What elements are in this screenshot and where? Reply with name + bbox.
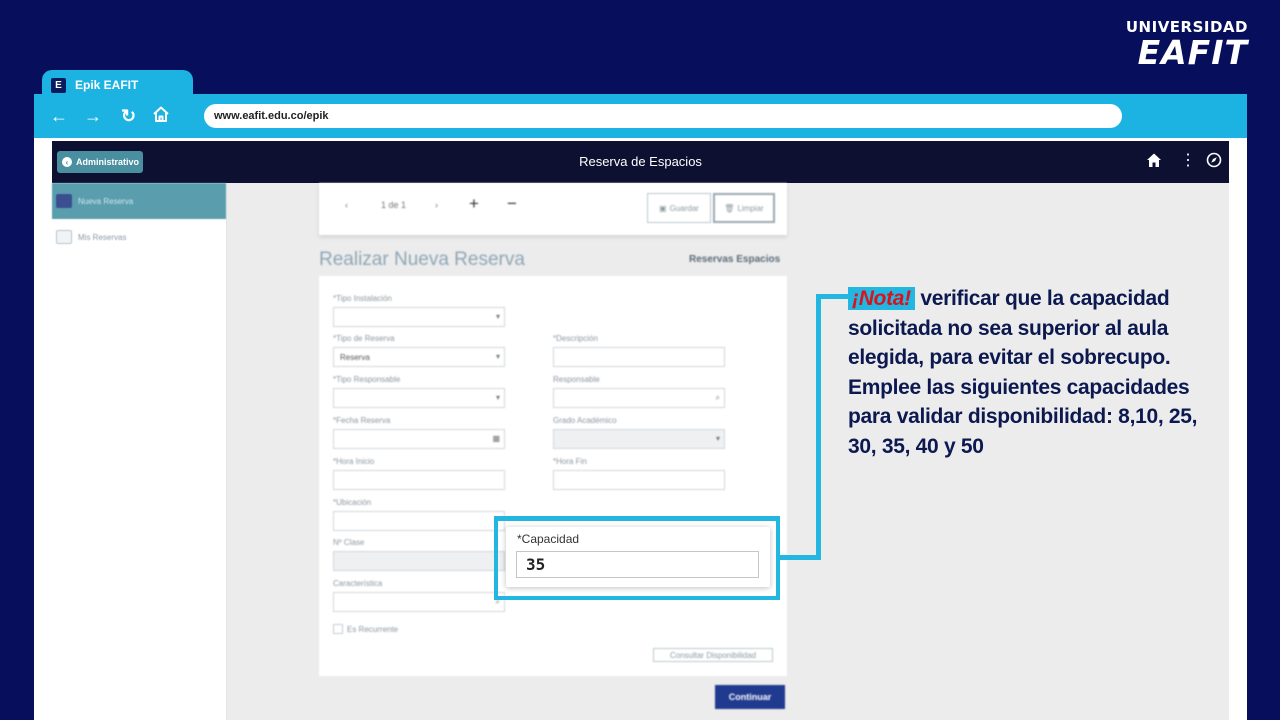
tipo-reserva-label: *Tipo de Reserva [333,334,395,343]
next-page-icon[interactable]: › [435,200,438,210]
caracteristica-input[interactable]: ⌕ [333,592,505,612]
save-label: Guardar [669,203,699,213]
form-title: Realizar Nueva Reserva [319,249,525,270]
chevron-down-icon: ▾ [495,312,500,321]
home-icon[interactable] [152,105,170,127]
list-icon [56,230,72,244]
sidebar-item-mis-reservas[interactable]: Mis Reservas [52,219,226,255]
sidebar-item-label: Mis Reservas [78,232,127,242]
calendar-icon [56,194,72,208]
more-vertical-icon[interactable]: ⋮ [1180,152,1196,170]
fecha-reserva-label: *Fecha Reserva [333,416,391,425]
callout-connector [816,294,848,299]
continuar-button[interactable]: Continuar [715,685,785,709]
sidebar-item-label: Nueva Reserva [78,196,134,206]
consultar-disponibilidad-button[interactable]: Consultar Disponibilidad [653,648,773,662]
chevron-down-icon: ▾ [495,352,500,361]
save-icon: ▣ [659,203,667,213]
n-clase-input [333,551,505,571]
callout-connector [816,294,821,560]
app-header: ‹ Administrativo Reserva de Espacios ⋮ [52,141,1229,183]
browser-toolbar: ← → ↻ www.eafit.edu.co/epik [34,94,1247,138]
caracteristica-label: Característica [333,579,383,588]
favicon-icon: E [51,77,66,93]
tipo-responsable-select[interactable]: ▾ [333,388,505,408]
reservas-espacios-link[interactable]: Reservas Espacios [689,254,780,265]
recurrente-checkbox[interactable] [333,624,343,634]
prev-page-icon[interactable]: ‹ [345,200,348,210]
tipo-responsable-label: *Tipo Responsable [333,375,401,384]
page-indicator: 1 de 1 [381,200,407,210]
descripcion-label: *Descripción [553,334,598,343]
address-bar[interactable]: www.eafit.edu.co/epik [204,104,1122,128]
grado-academico-label: Grado Académico [553,416,617,425]
responsable-label: Responsable [553,375,600,384]
tipo-instalacion-select[interactable]: ▾ [333,307,505,327]
hora-inicio-input[interactable] [333,470,505,490]
compass-icon[interactable] [1206,152,1222,173]
note-body: verificar que la capacidad solicitada no… [848,287,1198,458]
note-tag: ¡Nota! [848,287,915,310]
grado-academico-select[interactable]: ▾ [553,429,725,449]
hora-fin-label: *Hora Fin [553,457,587,466]
recurrente-label: Es Recurrente [347,625,399,634]
add-icon[interactable]: + [469,194,479,214]
note-text: ¡Nota! verificar que la capacidad solici… [848,284,1208,461]
pager-toolbar: ‹ 1 de 1 › + − ▣ Guardar 🗑 Limpiar [319,183,787,235]
sidebar: Nueva Reserva Mis Reservas [52,183,227,720]
calendar-icon[interactable]: ▦ [492,434,500,443]
clear-label: Limpiar [737,203,764,213]
hora-fin-input[interactable] [553,470,725,490]
tipo-reserva-select[interactable]: Reserva ▾ [333,347,505,367]
ubicacion-input[interactable] [333,511,505,531]
tab-title: Epik EAFIT [75,78,139,92]
logo-line-2: EAFIT [1137,33,1248,72]
home-icon[interactable] [1146,152,1162,173]
search-icon[interactable]: ⌕ [716,393,720,403]
search-icon[interactable]: ⌕ [496,597,500,607]
app-title: Reserva de Espacios [579,154,702,169]
ubicacion-label: *Ubicación [333,498,372,507]
remove-icon[interactable]: − [507,194,517,214]
capacidad-input[interactable]: 35 [516,551,759,578]
university-logo: UNIVERSIDAD EAFIT [1126,20,1248,72]
callout-connector [776,555,821,560]
tipo-reserva-value: Reserva [340,352,370,362]
save-button[interactable]: ▣ Guardar [647,193,711,223]
tipo-instalacion-label: *Tipo Instalación [333,294,392,303]
forward-arrow-icon[interactable]: → [84,106,102,126]
chevron-down-icon: ▾ [715,434,720,443]
chevron-down-icon: ▾ [495,393,500,402]
responsable-input[interactable]: ⌕ [553,388,725,408]
hora-inicio-label: *Hora Inicio [333,457,375,466]
trash-icon: 🗑 [724,203,735,213]
descripcion-input[interactable] [553,347,725,367]
sidebar-item-nueva-reserva[interactable]: Nueva Reserva [52,183,226,219]
back-arrow-icon[interactable]: ← [50,106,68,126]
clear-button[interactable]: 🗑 Limpiar [713,193,775,223]
reservation-form: *Tipo Instalación ▾ *Tipo de Reserva Res… [319,276,787,676]
n-clase-label: Nº Clase [333,538,365,547]
fecha-reserva-input[interactable]: ▦ [333,429,505,449]
capacidad-zoom-card: *Capacidad 35 [506,527,770,587]
capacidad-label: *Capacidad [517,532,580,546]
reload-icon[interactable]: ↻ [121,106,136,126]
